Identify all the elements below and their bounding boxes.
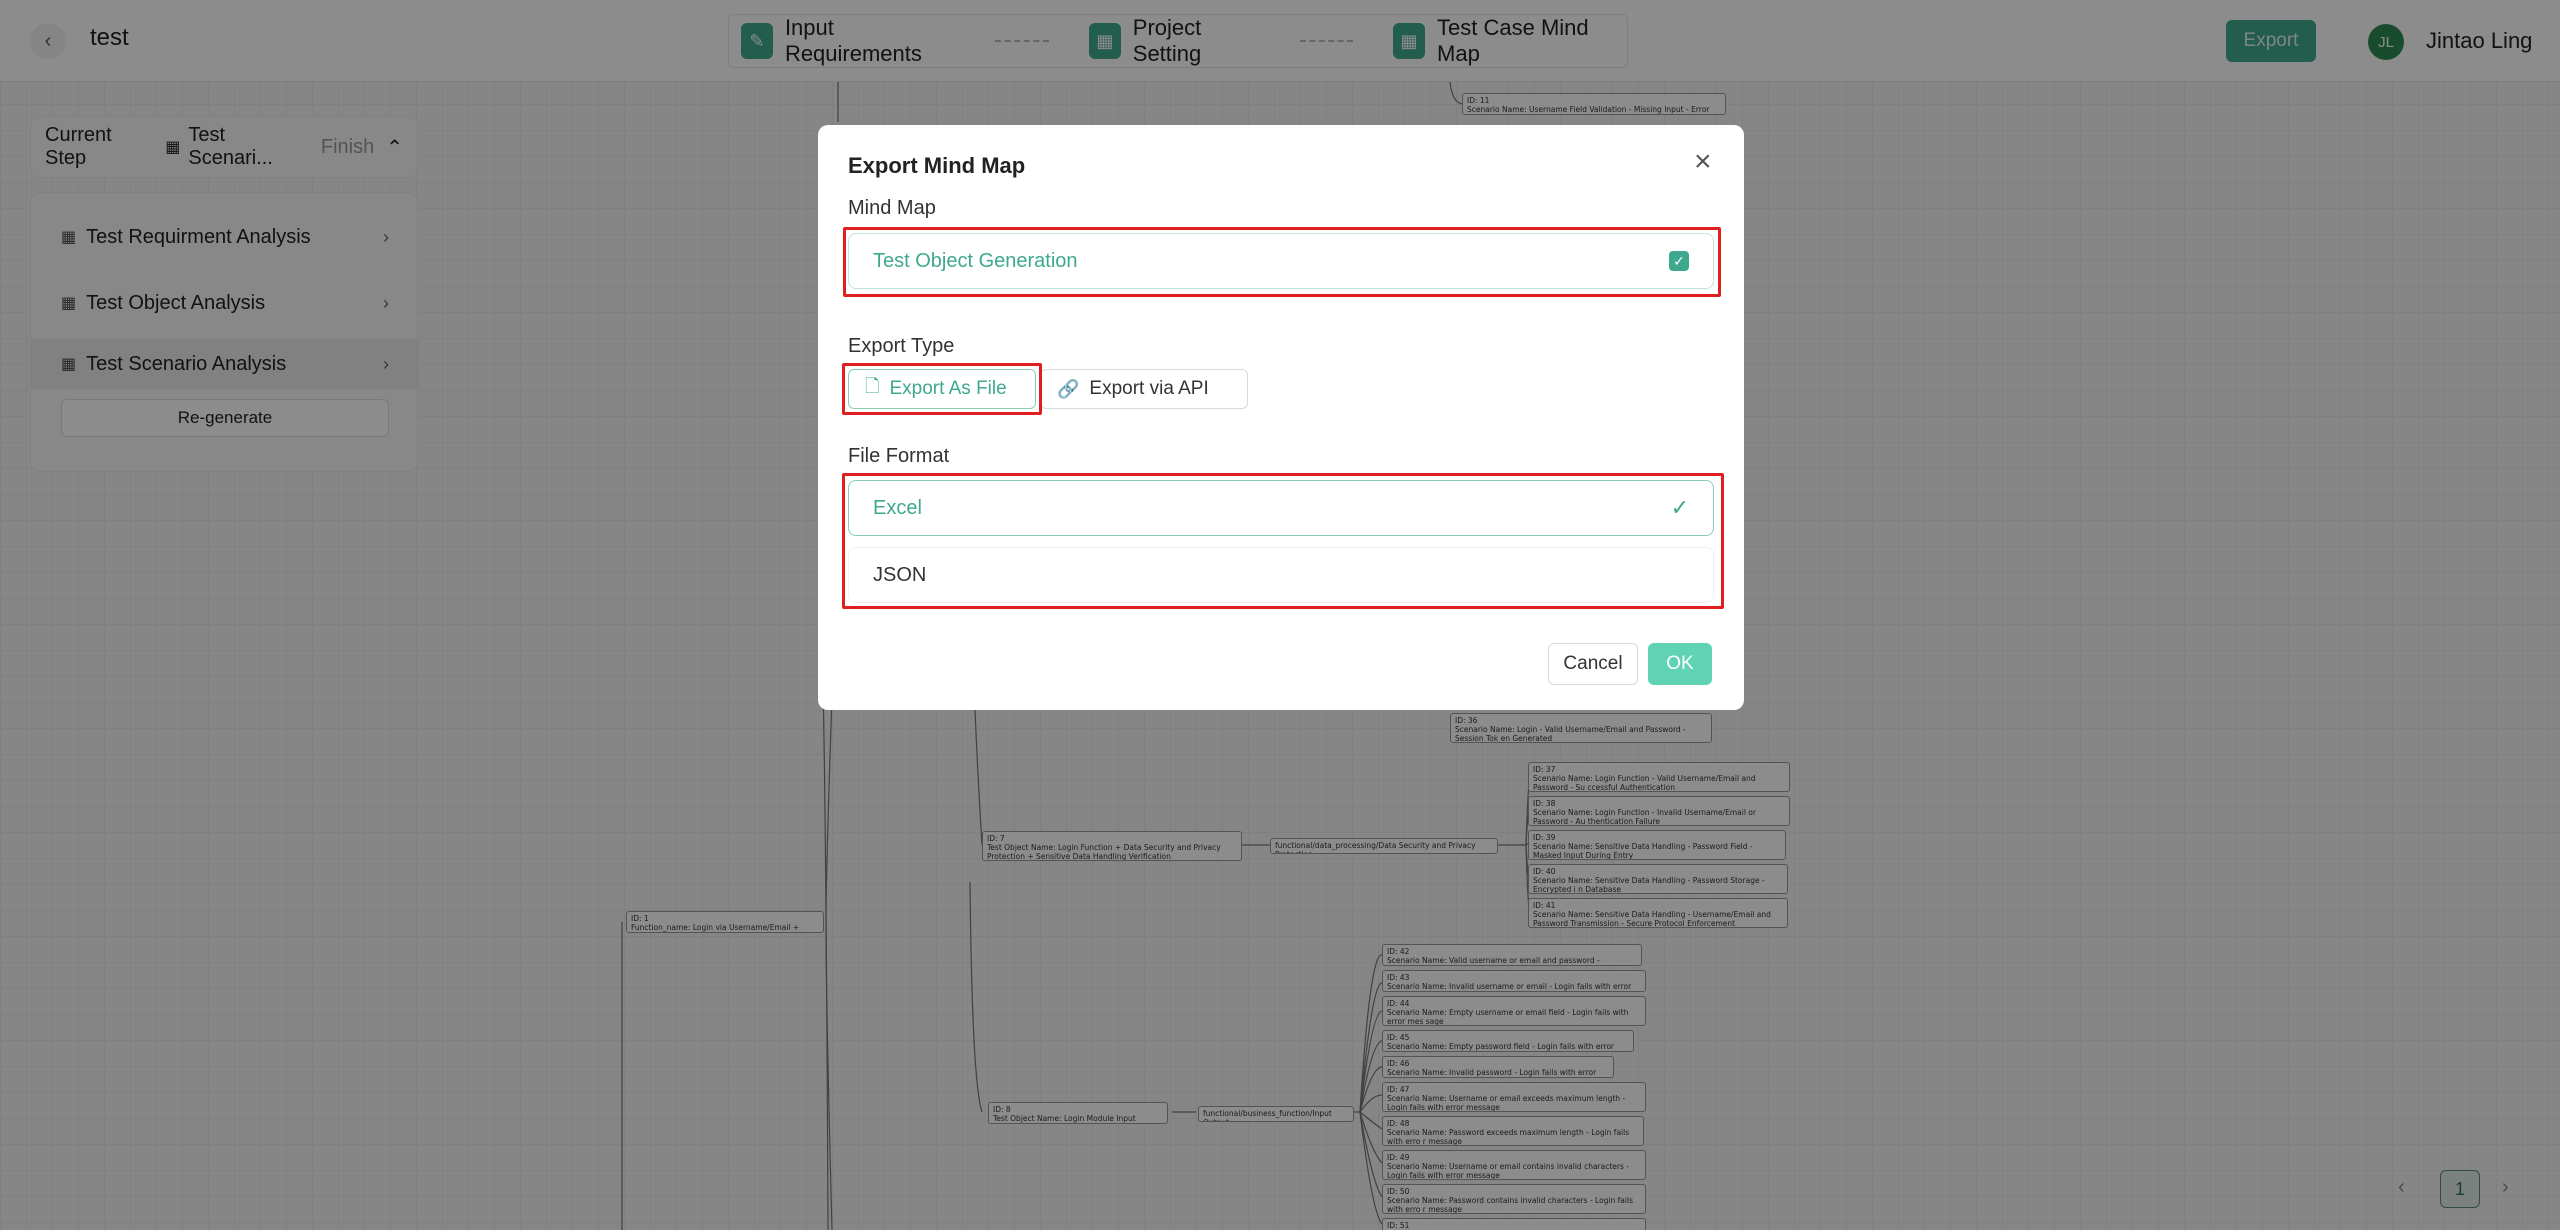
highlight-box	[842, 473, 1724, 609]
highlight-box	[842, 363, 1042, 415]
export-type-label-api: Export via API	[1089, 378, 1209, 399]
dialog-title: Export Mind Map	[848, 153, 1026, 178]
export-mind-map-dialog: Export Mind Map × Mind Map Test Object G…	[818, 125, 1744, 710]
file-format-label: File Format	[848, 445, 950, 467]
highlight-box	[843, 227, 1721, 297]
cancel-button[interactable]: Cancel	[1548, 643, 1638, 685]
close-icon[interactable]: ×	[1694, 147, 1712, 177]
mind-map-label: Mind Map	[848, 197, 936, 219]
ok-button[interactable]: OK	[1648, 643, 1712, 685]
link-icon: 🔗	[1057, 378, 1080, 399]
export-type-label: Export Type	[848, 335, 955, 357]
export-via-api-button[interactable]: 🔗 Export via API	[1040, 369, 1248, 409]
